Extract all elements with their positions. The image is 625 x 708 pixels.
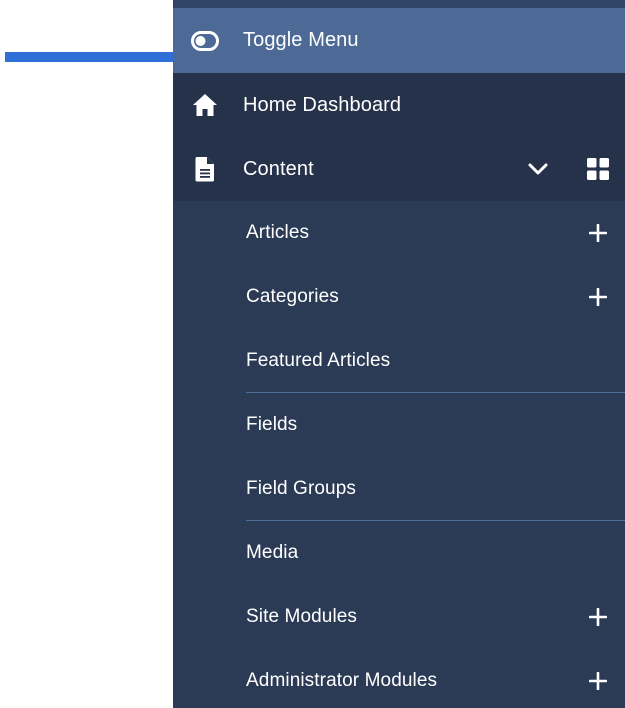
field-groups-label: Field Groups xyxy=(246,478,356,499)
sidebar-item-site-modules[interactable]: Site Modules xyxy=(173,585,625,649)
sidebar-item-home-dashboard[interactable]: Home Dashboard xyxy=(173,73,625,137)
document-icon xyxy=(191,155,219,183)
toggle-menu-label: Toggle Menu xyxy=(243,29,359,51)
page: Toggle Menu Home Dashboard Content Artic… xyxy=(0,0,625,708)
sidebar-item-field-groups[interactable]: Field Groups xyxy=(173,457,625,521)
sidebar-menu: Toggle Menu Home Dashboard Content Artic… xyxy=(173,0,625,708)
toggle-icon xyxy=(191,27,219,55)
featured-articles-label: Featured Articles xyxy=(246,350,391,371)
articles-label: Articles xyxy=(246,222,310,243)
grid-icon[interactable] xyxy=(585,156,611,182)
sidebar-item-articles[interactable]: Articles xyxy=(173,201,625,265)
plus-icon[interactable] xyxy=(585,284,611,310)
sidebar-item-media[interactable]: Media xyxy=(173,521,625,585)
plus-icon[interactable] xyxy=(585,668,611,694)
sidebar-item-fields[interactable]: Fields xyxy=(173,393,625,457)
home-dashboard-label: Home Dashboard xyxy=(243,93,402,116)
home-icon xyxy=(191,91,219,119)
categories-label: Categories xyxy=(246,286,339,307)
media-label: Media xyxy=(246,542,299,563)
chevron-down-icon[interactable] xyxy=(525,156,551,182)
plus-icon[interactable] xyxy=(585,220,611,246)
toggle-menu-button[interactable]: Toggle Menu xyxy=(173,0,625,73)
content-label: Content xyxy=(243,157,314,180)
administrator-modules-label: Administrator Modules xyxy=(246,670,438,691)
sidebar-item-administrator-modules[interactable]: Administrator Modules xyxy=(173,649,625,708)
plus-icon[interactable] xyxy=(585,604,611,630)
sidebar-item-categories[interactable]: Categories xyxy=(173,265,625,329)
content-submenu: Articles Categories Featured Articles Fi… xyxy=(173,201,625,708)
pointer-indicator xyxy=(5,52,173,62)
fields-label: Fields xyxy=(246,414,298,435)
sidebar-item-content[interactable]: Content xyxy=(173,137,625,201)
site-modules-label: Site Modules xyxy=(246,606,358,627)
sidebar-item-featured-articles[interactable]: Featured Articles xyxy=(173,329,625,393)
